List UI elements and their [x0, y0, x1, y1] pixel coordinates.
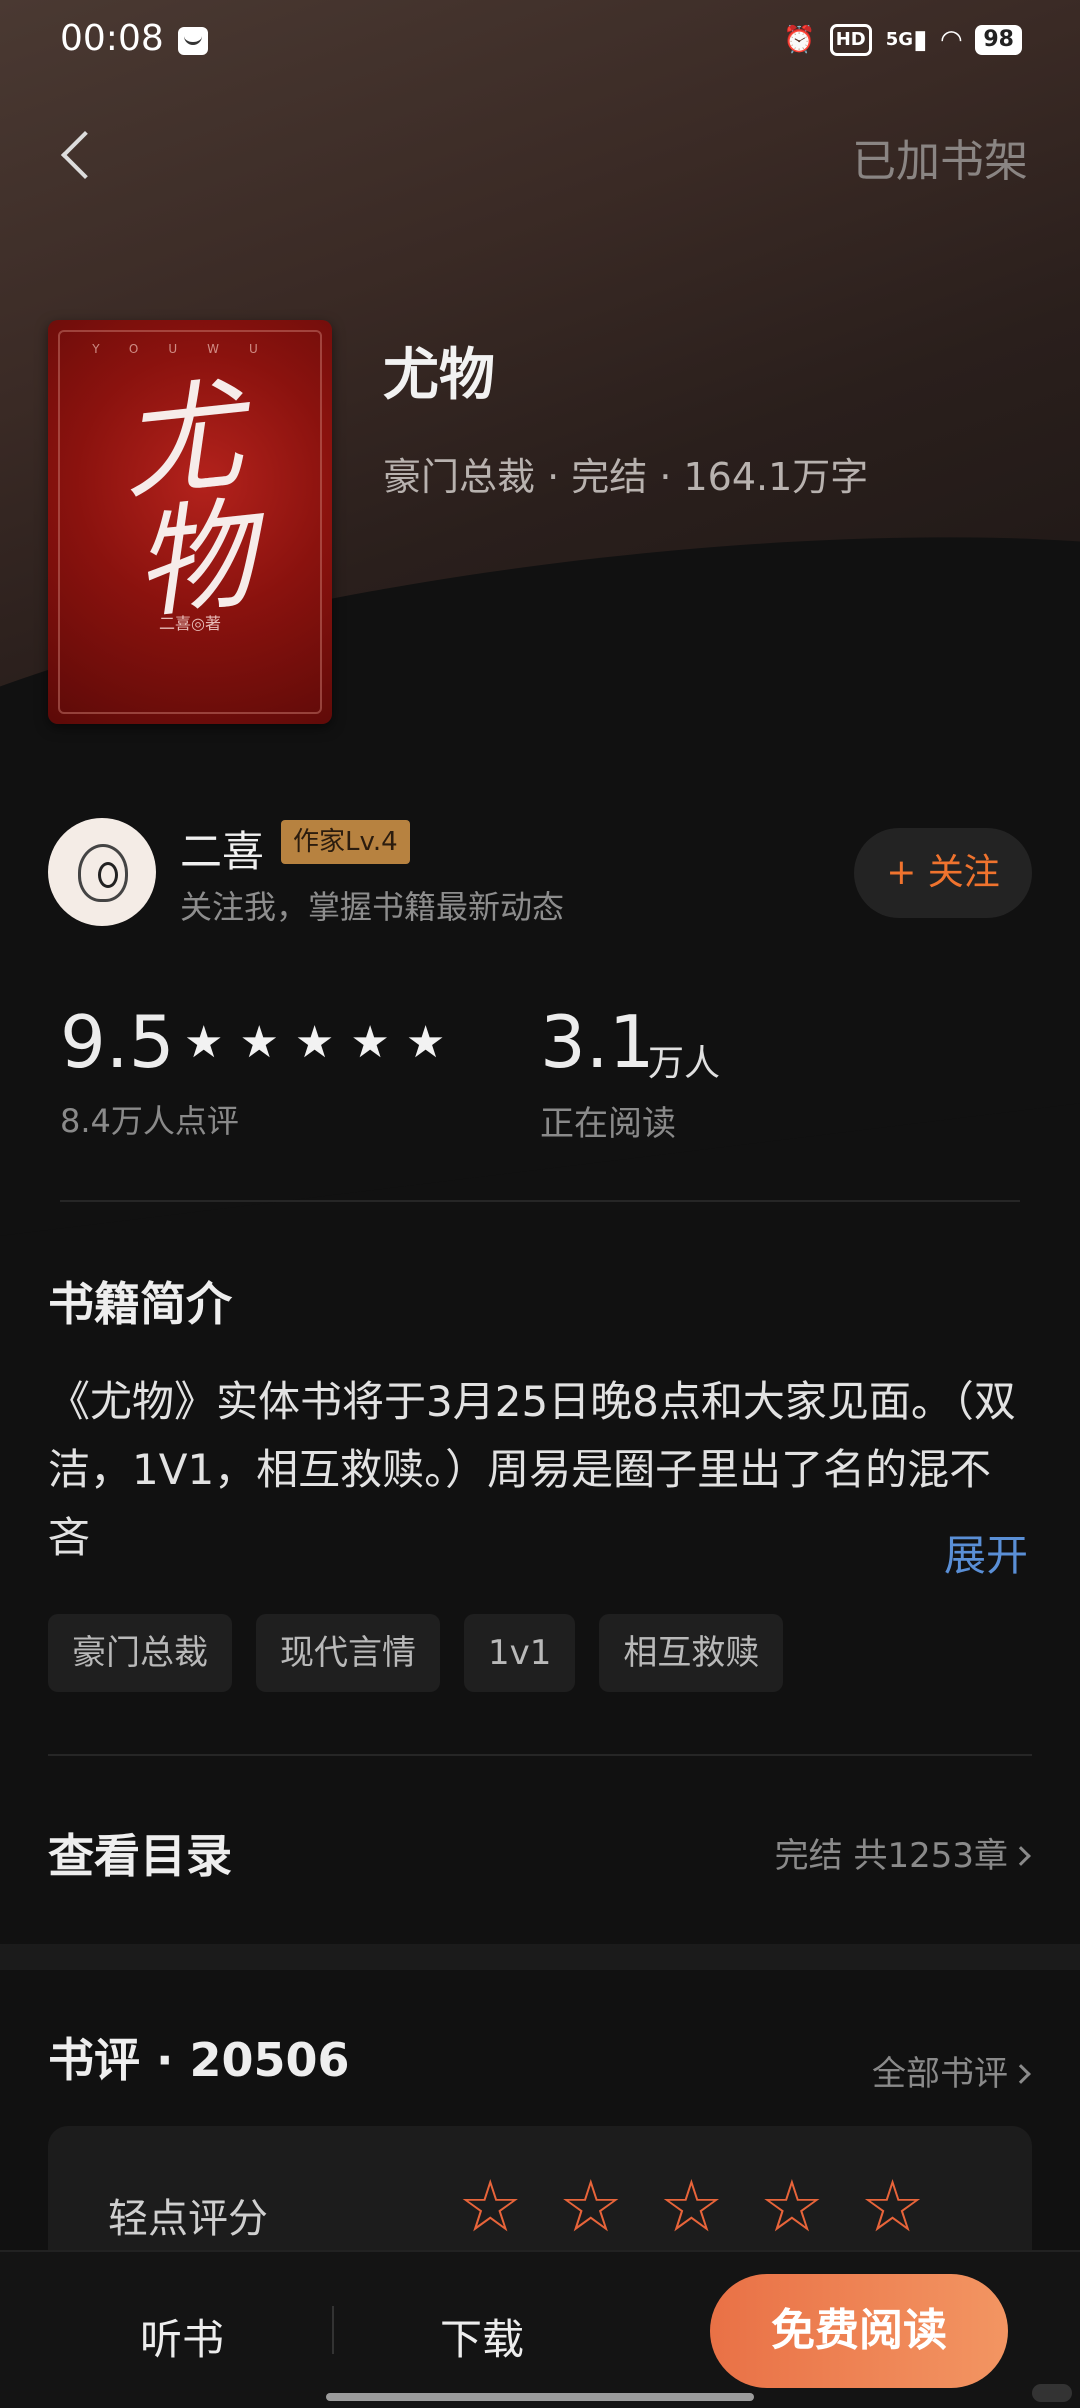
tag-item[interactable]: 1v1 — [464, 1614, 576, 1692]
divider — [60, 1200, 1020, 1202]
all-reviews-label: 全部书评 — [872, 2054, 1008, 2094]
cover-author: 二喜◎著 — [159, 614, 221, 633]
signal-icon: 5G▮ — [885, 25, 928, 55]
score-count: 8.4万人点评 — [60, 1102, 239, 1140]
back-icon[interactable] — [58, 124, 98, 184]
listen-button[interactable]: 听书 — [140, 2306, 224, 2367]
tag-item[interactable]: 相互救赎 — [599, 1614, 784, 1692]
avatar[interactable] — [48, 818, 156, 926]
status-icons: ⏰ HD 5G▮ ◠ 98 — [783, 22, 1022, 58]
follow-button[interactable]: + 关注 — [854, 828, 1032, 918]
free-read-button[interactable]: 免费阅读 — [710, 2274, 1008, 2388]
status-bar: 00:08 ⏰ HD 5G▮ ◠ 98 — [0, 0, 1080, 80]
battery-icon: 98 — [975, 25, 1022, 55]
home-indicator[interactable] — [326, 2393, 754, 2401]
tag-item[interactable]: 豪门总裁 — [48, 1614, 232, 1692]
expand-button[interactable]: 展开 — [944, 1522, 1028, 1583]
status-time: 00:08 — [60, 18, 164, 59]
all-reviews-link[interactable]: 全部书评 — [872, 2046, 1031, 2095]
chevron-right-icon — [1011, 1845, 1031, 1866]
network-label: 5G — [885, 29, 914, 50]
reviews-title: 书评 · 20506 — [48, 2033, 350, 2087]
readers-label: 正在阅读 — [540, 1104, 676, 1144]
wifi-icon: ◠ — [941, 25, 962, 55]
book-meta: 豪门总裁 · 完结 · 164.1万字 — [383, 455, 869, 499]
toc-info: 完结 共1253章 — [774, 1836, 1008, 1876]
star-outline-icon[interactable]: ☆ — [659, 2166, 724, 2246]
shelf-status[interactable]: 已加书架 — [852, 125, 1028, 189]
author-desc: 关注我，掌握书籍最新动态 — [180, 888, 565, 926]
star-icon: ★ — [294, 1017, 335, 1068]
score-stars: ★ ★ ★ ★ ★ — [184, 1018, 445, 1068]
score-value: 9.5 — [60, 1000, 175, 1084]
rate-stars: ☆ ☆ ☆ ☆ ☆ — [458, 2166, 925, 2246]
bottom-divider — [332, 2306, 334, 2354]
toc-info-link[interactable]: 完结 共1253章 — [774, 1828, 1031, 1877]
section-separator — [0, 1944, 1080, 1970]
divider — [48, 1754, 1032, 1756]
star-outline-icon[interactable]: ☆ — [760, 2166, 825, 2246]
author-name[interactable]: 二喜 — [180, 818, 264, 879]
author-level-badge: 作家Lv.4 — [281, 820, 410, 864]
intro-title: 书籍简介 — [48, 1277, 232, 1331]
star-outline-icon[interactable]: ☆ — [860, 2166, 925, 2246]
star-icon: ★ — [239, 1017, 279, 1068]
intro-text[interactable]: 《尤物》实体书将于3月25日晚8点和大家见面。（双洁，1V1，相互救赎。）周易是… — [48, 1368, 1028, 1572]
alarm-icon: ⏰ — [783, 25, 816, 55]
bottom-action-bar: 听书 下载 免费阅读 — [0, 2250, 1080, 2408]
readers-unit: 万人 — [648, 1043, 721, 1084]
cover-top-text: YOUWU — [92, 342, 288, 356]
star-outline-icon[interactable]: ☆ — [559, 2166, 624, 2246]
book-cover[interactable]: YOUWU 尤物 二喜◎著 — [48, 320, 332, 724]
author-row[interactable]: 二喜 作家Lv.4 关注我，掌握书籍最新动态 + 关注 — [48, 818, 1032, 928]
book-title: 尤物 — [383, 343, 495, 408]
download-button[interactable]: 下载 — [440, 2306, 524, 2367]
chevron-right-icon — [1011, 2063, 1031, 2084]
book-stats: 9.5 ★ ★ ★ ★ ★ 8.4万人点评 3.1 万人 正在阅读 — [60, 1000, 1020, 1150]
cover-title: 尤物 — [114, 366, 262, 637]
star-outline-icon[interactable]: ☆ — [458, 2166, 523, 2246]
hd-icon: HD — [829, 24, 872, 56]
star-icon: ★ — [184, 1017, 224, 1068]
message-icon — [178, 27, 208, 55]
tag-item[interactable]: 现代言情 — [256, 1614, 440, 1692]
rate-label: 轻点评分 — [108, 2196, 268, 2242]
corner-badge — [1032, 2384, 1072, 2402]
tag-list: 豪门总裁 现代言情 1v1 相互救赎 — [48, 1614, 784, 1692]
star-icon: ★ — [405, 1017, 446, 1068]
toc-title[interactable]: 查看目录 — [48, 1820, 232, 1886]
readers-value: 3.1 — [540, 1000, 655, 1084]
star-icon: ★ — [350, 1017, 390, 1068]
